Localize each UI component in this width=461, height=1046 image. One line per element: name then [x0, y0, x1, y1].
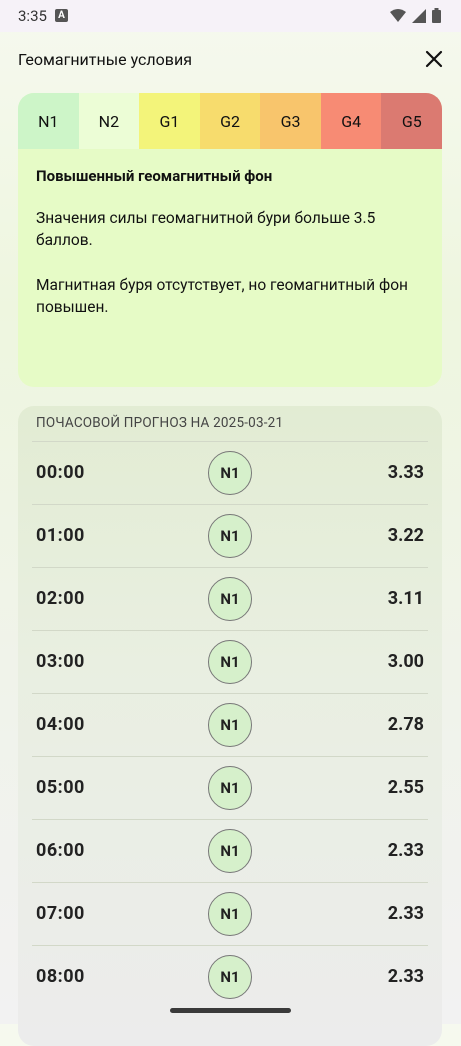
forecast-hour: 01:00: [36, 525, 85, 546]
home-indicator[interactable]: [170, 1008, 291, 1013]
forecast-value: 3.33: [387, 462, 424, 483]
battery-icon: [432, 8, 441, 23]
forecast-level-badge: N1: [208, 514, 252, 558]
level-tab-n1[interactable]: N1: [18, 93, 79, 149]
level-info-card: N1 N2 G1 G2 G3 G4 G5 Повышенный геомагнитный ф…: [18, 93, 442, 387]
forecast-row: 05:00 N1 2.55: [32, 756, 428, 819]
close-icon[interactable]: [420, 45, 448, 73]
dialog-header: Геомагнитные условия: [0, 32, 461, 87]
forecast-value: 2.33: [387, 840, 424, 861]
forecast-row: 07:00 N1 2.33: [32, 882, 428, 945]
hourly-forecast-card: ПОЧАСОВОЙ ПРОГНОЗ НА 2025-03-21 00:00 N1 3…: [18, 406, 442, 1046]
level-tab-g3[interactable]: G3: [260, 93, 321, 149]
status-bar: 3:35 A: [0, 0, 461, 32]
forecast-value: 3.22: [387, 525, 424, 546]
dialog-title: Геомагнитные условия: [18, 50, 192, 69]
level-tab-g2[interactable]: G2: [199, 93, 261, 149]
forecast-value: 2.78: [387, 714, 424, 735]
forecast-level-badge: N1: [208, 892, 252, 936]
wifi-icon: [390, 8, 406, 22]
level-description-text: Магнитная буря отсутствует, но геомагнит…: [36, 276, 408, 316]
forecast-level-badge: N1: [208, 955, 252, 999]
forecast-level-badge: N1: [208, 451, 252, 495]
forecast-level-badge: N1: [208, 829, 252, 873]
forecast-row: 06:00 N1 2.33: [32, 819, 428, 882]
level-tab-g1[interactable]: G1: [139, 93, 200, 149]
forecast-value: 2.33: [387, 903, 424, 924]
forecast-hour: 00:00: [36, 462, 85, 483]
status-time: 3:35: [18, 7, 47, 25]
forecast-value: 2.55: [387, 777, 424, 798]
level-description-text: Значения силы геомагнитной бури больше 3…: [36, 209, 376, 249]
forecast-level-badge: N1: [208, 766, 252, 810]
forecast-list: 00:00 N1 3.33 01:00 N1 3.22 02:00 N1 3.11 03:00 N1…: [32, 441, 428, 1008]
forecast-hour: 07:00: [36, 903, 85, 924]
forecast-row: 08:00 N1 2.33: [32, 945, 428, 1008]
level-tabs: N1 N2 G1 G2 G3 G4 G5: [18, 93, 442, 149]
forecast-value: 3.00: [387, 651, 424, 672]
forecast-value: 2.33: [387, 966, 424, 987]
forecast-level-badge: N1: [208, 577, 252, 621]
level-description: Повышенный геомагнитный фон Значения сил…: [18, 149, 442, 318]
forecast-row: 02:00 N1 3.11: [32, 567, 428, 630]
forecast-value: 3.11: [387, 588, 424, 609]
status-icons: [390, 8, 441, 23]
forecast-hour: 03:00: [36, 651, 85, 672]
level-tab-g4[interactable]: G4: [320, 93, 382, 149]
forecast-row: 03:00 N1 3.00: [32, 630, 428, 693]
signal-icon: [412, 8, 426, 23]
forecast-hour: 08:00: [36, 966, 85, 987]
notification-a-icon: A: [55, 9, 68, 22]
forecast-row: 04:00 N1 2.78: [32, 693, 428, 756]
forecast-level-badge: N1: [208, 703, 252, 747]
level-tab-g5[interactable]: G5: [381, 93, 442, 149]
forecast-caption: ПОЧАСОВОЙ ПРОГНОЗ НА 2025-03-21: [36, 415, 284, 431]
forecast-hour: 06:00: [36, 840, 85, 861]
forecast-row: 00:00 N1 3.33: [32, 441, 428, 504]
level-tab-n2[interactable]: N2: [78, 93, 140, 149]
forecast-hour: 04:00: [36, 714, 85, 735]
forecast-row: 01:00 N1 3.22: [32, 504, 428, 567]
forecast-hour: 05:00: [36, 777, 85, 798]
forecast-hour: 02:00: [36, 588, 85, 609]
forecast-level-badge: N1: [208, 640, 252, 684]
level-heading: Повышенный геомагнитный фон: [36, 167, 273, 185]
